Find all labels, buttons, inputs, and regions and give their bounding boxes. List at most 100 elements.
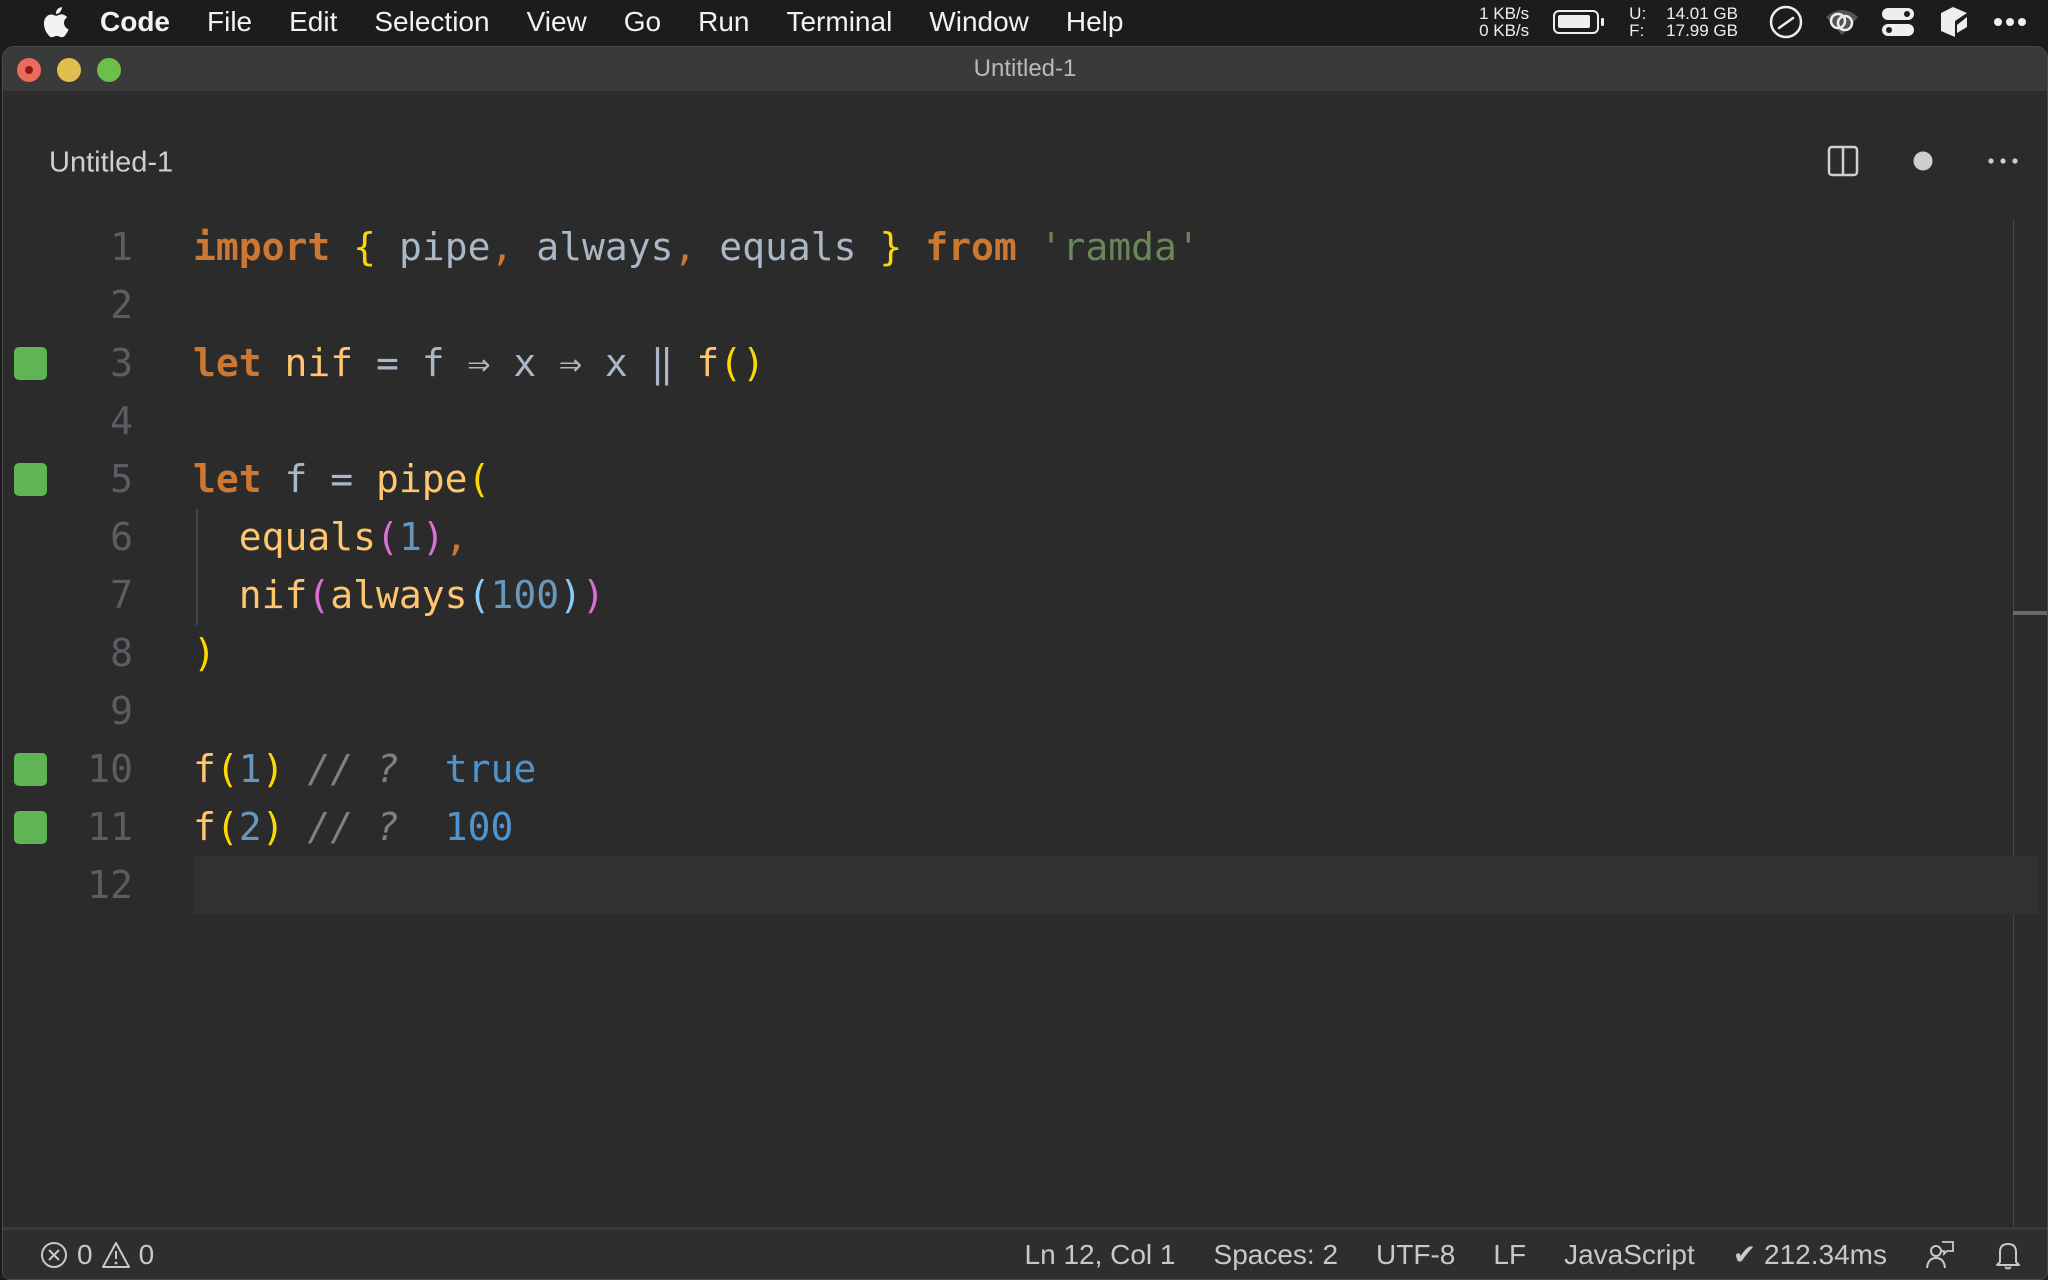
code-token: 'ramda': [1039, 225, 1200, 269]
code-line[interactable]: 5 let f = pipe(: [3, 450, 2047, 508]
code-line[interactable]: 12: [3, 856, 2047, 914]
code-token: ): [261, 805, 285, 849]
code-line[interactable]: 4: [3, 392, 2047, 450]
menu-app-name[interactable]: Code: [100, 0, 170, 44]
line-content[interactable]: let nif = f ⇒ x ⇒ x ‖ f(): [193, 334, 2039, 392]
feedback-icon[interactable]: [1925, 1240, 1955, 1270]
problems-indicator[interactable]: 0 0: [39, 1230, 154, 1279]
line-content[interactable]: equals(1),: [193, 508, 2039, 566]
menu-run[interactable]: Run: [698, 0, 749, 44]
more-icon[interactable]: [1992, 4, 2028, 40]
line-content[interactable]: nif(always(100)): [193, 566, 2039, 624]
code-line[interactable]: 1 import { pipe, always, equals } from 'r…: [3, 218, 2047, 276]
battery-icon[interactable]: [1553, 10, 1605, 34]
line-content[interactable]: [193, 276, 2039, 334]
coverage-marker-icon[interactable]: [14, 462, 47, 496]
quokka-timing[interactable]: ✔ 212.34ms: [1733, 1238, 1887, 1271]
menu-file[interactable]: File: [207, 0, 252, 44]
minimize-window-button[interactable]: [57, 58, 81, 82]
code-token: pipe: [376, 225, 491, 269]
unsaved-dot-icon[interactable]: [1905, 143, 1941, 179]
coverage-marker-icon[interactable]: [14, 752, 47, 786]
code-token: import: [193, 225, 331, 269]
code-token: from: [925, 225, 1017, 269]
code-token: ): [582, 573, 605, 617]
vscode-window: Untitled-1 Untitled-1 1 import { pipe, al…: [2, 46, 2048, 1280]
encoding[interactable]: UTF-8: [1376, 1239, 1455, 1271]
code-token: ): [742, 341, 766, 385]
speedometer-icon[interactable]: [1768, 4, 1804, 40]
code-token: 100: [490, 573, 560, 617]
code-token: equals: [238, 515, 377, 559]
code-token: (: [467, 573, 491, 617]
line-content[interactable]: [193, 392, 2039, 450]
code-token: f: [696, 341, 720, 385]
menu-window[interactable]: Window: [929, 0, 1029, 44]
code-token: (: [215, 805, 239, 849]
menu-help[interactable]: Help: [1066, 0, 1124, 44]
more-actions-icon[interactable]: [1985, 143, 2021, 179]
code-line[interactable]: 9: [3, 682, 2047, 740]
menu-view[interactable]: View: [527, 0, 587, 44]
language-mode[interactable]: JavaScript: [1564, 1239, 1695, 1271]
line-content[interactable]: f(1) // ? true: [193, 740, 2039, 798]
net-upload: 1 KB/s: [1479, 4, 1530, 23]
code-token: {: [353, 225, 377, 269]
creative-cloud-icon[interactable]: [1824, 4, 1860, 40]
line-content[interactable]: ): [193, 624, 2039, 682]
editor-header: Untitled-1: [3, 91, 2047, 179]
line-content[interactable]: [193, 856, 2039, 914]
end-of-line[interactable]: LF: [1493, 1239, 1526, 1271]
code-line[interactable]: 2: [3, 276, 2047, 334]
code-token: }: [879, 225, 903, 269]
code-token: true: [444, 747, 537, 791]
disk-free-label: F:: [1629, 21, 1645, 40]
code-line[interactable]: 6 equals(1),: [3, 508, 2047, 566]
disk-free-value: 17.99 GB: [1666, 21, 1738, 40]
disk-used-label: U:: [1629, 4, 1647, 23]
title-bar[interactable]: Untitled-1: [3, 47, 2047, 91]
split-editor-icon[interactable]: [1825, 143, 1861, 179]
disk-stats[interactable]: U: F: 14.01 GB 17.99 GB: [1629, 5, 1738, 39]
maximize-window-button[interactable]: [97, 58, 121, 82]
line-number: 3: [110, 341, 133, 385]
warning-count: 0: [138, 1238, 155, 1270]
code-token: // ?: [284, 805, 445, 849]
menu-edit[interactable]: Edit: [289, 0, 337, 44]
indentation[interactable]: Spaces: 2: [1214, 1239, 1339, 1271]
error-count: 0: [77, 1238, 93, 1270]
code-line[interactable]: 10 f(1) // ? true: [3, 740, 2047, 798]
net-download: 0 KB/s: [1479, 21, 1530, 40]
menu-selection[interactable]: Selection: [374, 0, 489, 44]
code-line[interactable]: 7 nif(always(100)): [3, 566, 2047, 624]
code-token: (: [215, 747, 239, 791]
code-token: f =: [261, 457, 377, 501]
line-number: 6: [110, 515, 133, 559]
tab-untitled-1[interactable]: Untitled-1: [49, 147, 173, 180]
code-editor[interactable]: 1 import { pipe, always, equals } from 'r…: [3, 179, 2047, 1273]
menu-go[interactable]: Go: [624, 0, 661, 44]
code-line[interactable]: 8): [3, 624, 2047, 682]
coverage-marker-icon[interactable]: [14, 810, 47, 844]
line-content[interactable]: [193, 682, 2039, 740]
code-line[interactable]: 11 f(2) // ? 100: [3, 798, 2047, 856]
line-content[interactable]: let f = pipe(: [193, 450, 2039, 508]
line-content[interactable]: f(2) // ? 100: [193, 798, 2039, 856]
network-stats[interactable]: 1 KB/s 0 KB/s: [1479, 5, 1529, 39]
code-token: (: [719, 341, 743, 385]
cursor-position[interactable]: Ln 12, Col 1: [1025, 1239, 1176, 1271]
close-window-button[interactable]: [17, 58, 41, 82]
code-line[interactable]: 3 let nif = f ⇒ x ⇒ x ‖ f(): [3, 334, 2047, 392]
menu-terminal[interactable]: Terminal: [786, 0, 892, 44]
notifications-bell-icon[interactable]: [1993, 1240, 2023, 1270]
apple-menu-icon[interactable]: [40, 7, 70, 38]
warning-icon: [101, 1240, 131, 1270]
control-center-icon[interactable]: [1880, 4, 1916, 40]
line-content[interactable]: import { pipe, always, equals } from 'ra…: [193, 218, 2039, 276]
app-icon[interactable]: [1936, 4, 1972, 40]
code-token: ): [421, 515, 445, 559]
coverage-marker-icon[interactable]: [14, 346, 47, 380]
